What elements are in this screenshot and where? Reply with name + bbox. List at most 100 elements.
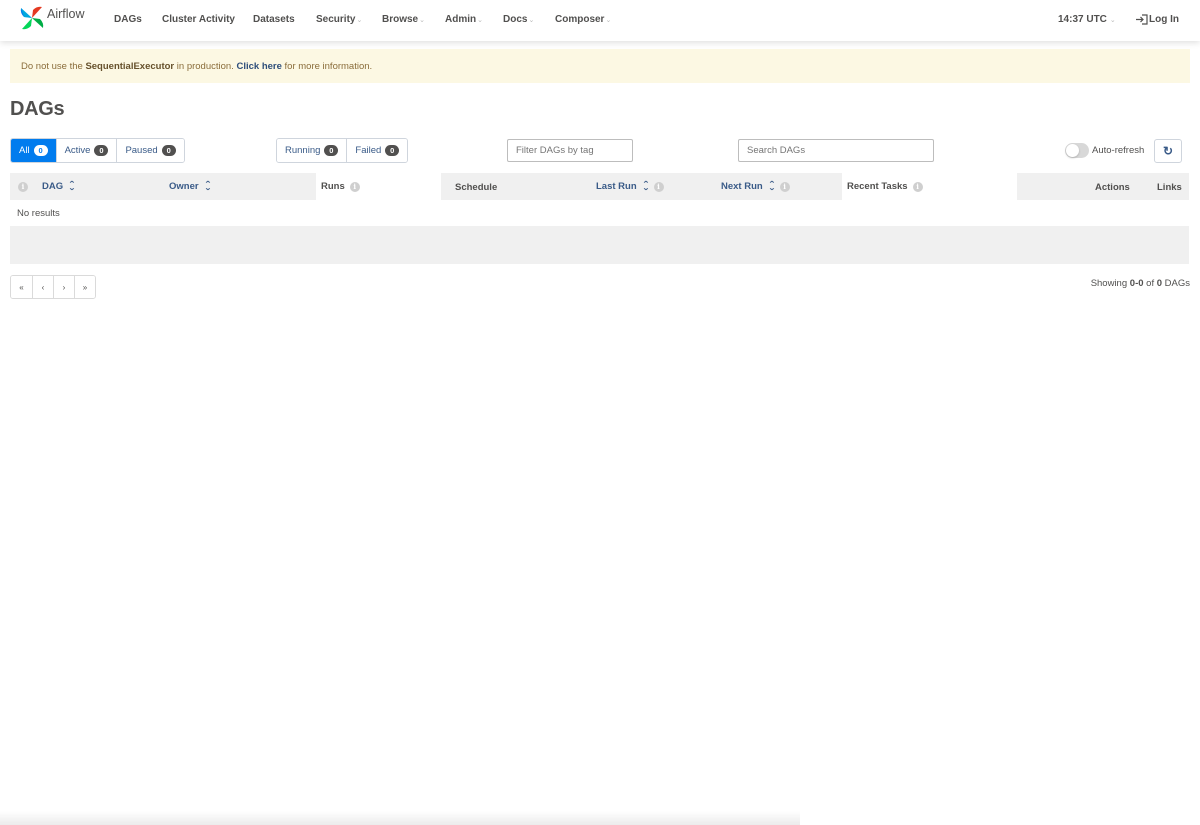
alert-click-here-link[interactable]: Click here [236, 61, 281, 72]
nav-composer[interactable]: Composer⌄ [555, 14, 611, 25]
caret-down-icon: ⌄ [419, 17, 425, 24]
column-label: Links [1157, 182, 1182, 193]
navbar: Airflow DAGs Cluster Activity Datasets S… [0, 0, 1200, 41]
column-runs: Runs i [321, 181, 360, 192]
nav-docs[interactable]: Docs⌄ [503, 14, 534, 25]
info-icon[interactable]: i [653, 181, 664, 192]
showing-prefix: Showing [1090, 278, 1130, 289]
alert-executor: SequentialExecutor [85, 60, 175, 72]
sort-icon: ⌃ ⌄ [203, 180, 212, 192]
airflow-logo[interactable]: Airflow [19, 5, 85, 31]
column-next-run[interactable]: Next Run ⌃ ⌄ i [721, 181, 790, 192]
filter-all-button[interactable]: All 0 [11, 139, 56, 162]
caret-down-icon: ⌄ [605, 17, 612, 24]
first-page-button[interactable]: « [11, 276, 32, 298]
filter-active-button[interactable]: Active 0 [55, 139, 117, 162]
count-badge: 0 [324, 145, 339, 156]
refresh-button[interactable]: ↻ [1154, 139, 1182, 163]
count-badge: 0 [161, 145, 176, 156]
executor-warning-alert: Do not use the SequentialExecutor in pro… [10, 49, 1190, 83]
filter-failed-button[interactable]: Failed 0 [346, 139, 408, 162]
showing-suffix: DAGs [1162, 278, 1190, 289]
column-label: Last Run [596, 181, 637, 192]
dags-table-header: i DAG ⌃ ⌄ Owner ⌃ ⌄ Runs i Schedule Last Run ⌃… [10, 173, 1189, 200]
column-last-run[interactable]: Last Run ⌃ ⌄ i [596, 181, 664, 192]
showing-middle: of [1143, 278, 1157, 289]
toggle-info-header[interactable]: i [18, 182, 28, 192]
refresh-icon: ↻ [1162, 144, 1174, 158]
auto-refresh-label: Auto-refresh [1092, 145, 1145, 156]
info-icon[interactable]: i [349, 181, 360, 192]
sort-icon: ⌃ ⌄ [641, 180, 650, 192]
showing-range: 0-0 [1129, 278, 1144, 289]
nav-label: DAGs [114, 14, 142, 25]
nav-browse[interactable]: Browse⌄ [382, 14, 425, 25]
search-field [738, 139, 934, 162]
filter-running-button[interactable]: Running 0 [277, 139, 347, 162]
airflow-pinwheel-icon [20, 6, 44, 30]
previous-page-button[interactable]: ‹ [32, 276, 53, 298]
alert-middle: in production. [174, 60, 237, 72]
timezone-dropdown[interactable]: 14:37 UTC ⌄ [1058, 14, 1116, 25]
column-schedule: Schedule [455, 182, 497, 193]
run-state-filter-group: Running 0 Failed 0 [276, 138, 409, 163]
page-title: DAGs [10, 98, 65, 120]
column-recent-tasks: Recent Tasks i [847, 181, 923, 192]
nav-label: Admin [445, 14, 477, 25]
search-dags-input[interactable] [739, 140, 933, 161]
count-badge: 0 [94, 145, 109, 156]
nav-cluster-activity[interactable]: Cluster Activity [162, 14, 235, 25]
column-actions: Actions [1095, 182, 1130, 193]
alert-suffix: for more information. [281, 60, 373, 72]
filter-label: Paused [125, 145, 158, 156]
pagination: « ‹ › » [10, 275, 96, 299]
info-icon[interactable]: i [779, 181, 790, 192]
nav-label: Composer [555, 14, 605, 25]
last-page-button[interactable]: » [74, 276, 95, 298]
sort-icon: ⌃ ⌄ [68, 180, 76, 192]
info-icon[interactable]: i [912, 181, 923, 192]
brand-name: Airflow [47, 7, 85, 21]
caret-down-icon: ⌄ [356, 17, 363, 24]
nav-admin[interactable]: Admin⌄ [445, 14, 483, 25]
column-label: Recent Tasks [847, 181, 908, 192]
no-results-text: No results [17, 208, 60, 219]
tag-filter-field [507, 139, 633, 162]
nav-label: Datasets [253, 14, 295, 25]
table-footer [10, 226, 1189, 264]
showing-count: Showing 0-0 of 0 DAGs [1091, 278, 1190, 289]
column-links: Links [1157, 182, 1182, 193]
filter-label: All [19, 145, 30, 156]
filter-paused-button[interactable]: Paused 0 [116, 139, 184, 162]
sort-icon: ⌃ ⌄ [767, 180, 776, 192]
bottom-shadow [0, 811, 800, 825]
caret-down-icon: ⌄ [477, 17, 483, 24]
login-link[interactable]: Log In [1136, 14, 1179, 25]
column-label: Owner [169, 181, 199, 192]
count-badge: 0 [33, 145, 48, 156]
column-dag[interactable]: DAG ⌃ ⌄ [42, 180, 76, 193]
column-label: Actions [1095, 182, 1130, 193]
count-badge: 0 [385, 145, 400, 156]
alert-prefix: Do not use the [21, 60, 86, 72]
tag-filter-input[interactable] [508, 140, 632, 161]
nav-dags[interactable]: DAGs [114, 14, 142, 25]
login-label: Log In [1149, 14, 1179, 25]
filter-label: Active [64, 145, 91, 156]
toggle-knob [1066, 144, 1079, 157]
nav-label: Security [316, 14, 356, 25]
nav-datasets[interactable]: Datasets [253, 14, 295, 25]
nav-label: Cluster Activity [162, 14, 235, 25]
column-label: DAG [42, 181, 64, 192]
nav-label: Docs [503, 14, 528, 25]
column-owner[interactable]: Owner ⌃ ⌄ [169, 180, 212, 193]
table-row: No results [10, 200, 1189, 226]
column-label: Runs [321, 181, 345, 192]
auto-refresh-toggle[interactable] [1065, 143, 1089, 158]
filter-label: Running [285, 145, 321, 156]
next-page-button[interactable]: › [53, 276, 74, 298]
login-icon [1136, 14, 1148, 25]
filter-label: Failed [355, 145, 382, 156]
nav-label: Browse [382, 14, 419, 25]
nav-security[interactable]: Security⌄ [316, 14, 362, 25]
